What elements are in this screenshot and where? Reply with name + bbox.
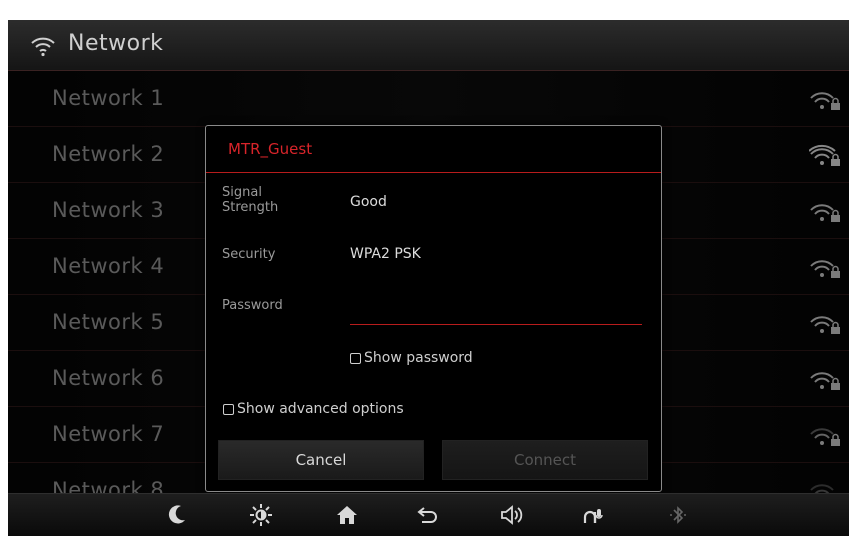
back-icon[interactable] [416, 503, 440, 527]
home-icon[interactable] [335, 503, 359, 527]
bottom-bar [8, 493, 849, 536]
show-advanced-checkbox[interactable]: Show advanced options [223, 401, 404, 417]
moon-icon[interactable] [166, 503, 190, 527]
dialog-title: MTR_Guest [228, 140, 313, 158]
password-field[interactable] [350, 294, 642, 325]
dialog-header: MTR_Guest [206, 126, 661, 173]
network-connect-dialog: MTR_Guest Signal Strength Good Security … [205, 125, 662, 492]
bluetooth-icon[interactable] [666, 503, 690, 527]
checkbox-box[interactable] [350, 352, 361, 364]
wifi-icon [31, 37, 55, 57]
show-password-label: Show password [364, 350, 473, 366]
page-title: Network [68, 31, 164, 56]
show-advanced-label: Show advanced options [237, 401, 404, 417]
security-label: Security [222, 247, 276, 262]
connect-button[interactable]: Connect [442, 440, 648, 480]
cancel-button[interactable]: Cancel [218, 440, 424, 480]
volume-icon[interactable] [499, 503, 523, 527]
signal-strength-label: Signal Strength [222, 185, 279, 215]
checkbox-box[interactable] [223, 403, 234, 415]
show-password-checkbox[interactable]: Show password [350, 350, 473, 366]
password-label: Password [222, 298, 283, 313]
modal-overlay: MTR_Guest Signal Strength Good Security … [8, 71, 849, 494]
screen: Network Network 1 Network 2 Network 3 Ne… [8, 20, 849, 536]
security-value: WPA2 PSK [350, 246, 421, 262]
voice-assistant-icon[interactable] [583, 503, 607, 527]
signal-strength-value: Good [350, 194, 387, 210]
brightness-icon[interactable] [249, 503, 273, 527]
title-bar: Network [8, 20, 849, 71]
